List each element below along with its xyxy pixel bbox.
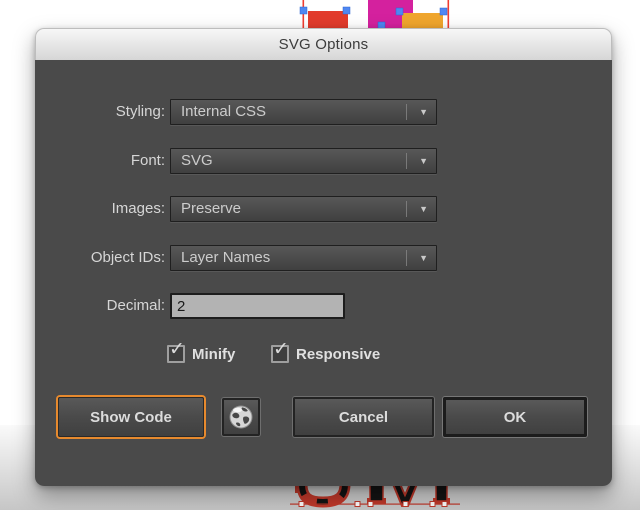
object-ids-label: Object IDs: [90, 249, 165, 266]
field-row-images: Images: Preserve ▼ [35, 196, 612, 222]
styling-label: Styling: [115, 103, 165, 120]
dropdown-separator [406, 201, 407, 217]
svg-options-dialog: SVG Options Styling: Internal CSS ▼ Font… [35, 28, 612, 486]
chevron-down-icon: ▼ [419, 156, 428, 166]
font-label: Font: [130, 152, 165, 169]
globe-icon [229, 405, 253, 429]
object-ids-dropdown[interactable]: Layer Names ▼ [170, 245, 437, 271]
responsive-checkbox[interactable]: ✓ Responsive [271, 339, 381, 365]
artboard-artwork-bottom [290, 484, 460, 508]
checkbox-box: ✓ [271, 339, 289, 363]
images-dropdown[interactable]: Preserve ▼ [170, 196, 437, 222]
minify-checkbox[interactable]: ✓ Minify [167, 339, 236, 365]
minify-checkbox-label: Minify [192, 345, 236, 363]
dropdown-value: Layer Names [181, 249, 271, 266]
dialog-title: SVG Options [278, 36, 369, 53]
chevron-down-icon: ▼ [419, 204, 428, 214]
dropdown-value: SVG [181, 152, 213, 169]
font-dropdown[interactable]: SVG ▼ [170, 148, 437, 174]
checkmark-icon: ✓ [273, 339, 289, 360]
illustrator-canvas: SVG Options Styling: Internal CSS ▼ Font… [0, 0, 640, 510]
cancel-button[interactable]: Cancel [293, 397, 434, 437]
images-label: Images: [111, 200, 165, 217]
field-row-object-ids: Object IDs: Layer Names ▼ [35, 245, 612, 271]
dropdown-separator [406, 250, 407, 266]
field-row-styling: Styling: Internal CSS ▼ [35, 99, 612, 125]
ok-button[interactable]: OK [443, 397, 587, 437]
dropdown-separator [406, 104, 407, 120]
decimal-label: Decimal: [106, 297, 165, 314]
field-row-font: Font: SVG ▼ [35, 148, 612, 174]
show-code-button[interactable]: Show Code [58, 397, 204, 437]
dropdown-separator [406, 153, 407, 169]
chevron-down-icon: ▼ [419, 253, 428, 263]
responsive-checkbox-label: Responsive [296, 345, 381, 363]
checkbox-row: ✓ Minify ✓ Responsive [35, 339, 612, 365]
artboard-artwork-top [299, 0, 450, 28]
dropdown-value: Preserve [181, 200, 242, 217]
styling-dropdown[interactable]: Internal CSS ▼ [170, 99, 437, 125]
decimal-input[interactable] [170, 293, 345, 319]
checkmark-icon: ✓ [169, 339, 185, 360]
dropdown-value: Internal CSS [181, 103, 267, 120]
chevron-down-icon: ▼ [419, 107, 428, 117]
checkbox-box: ✓ [167, 339, 185, 363]
field-row-decimal: Decimal: [35, 293, 612, 319]
dialog-titlebar: SVG Options [35, 28, 612, 60]
web-preview-button[interactable] [222, 398, 260, 436]
